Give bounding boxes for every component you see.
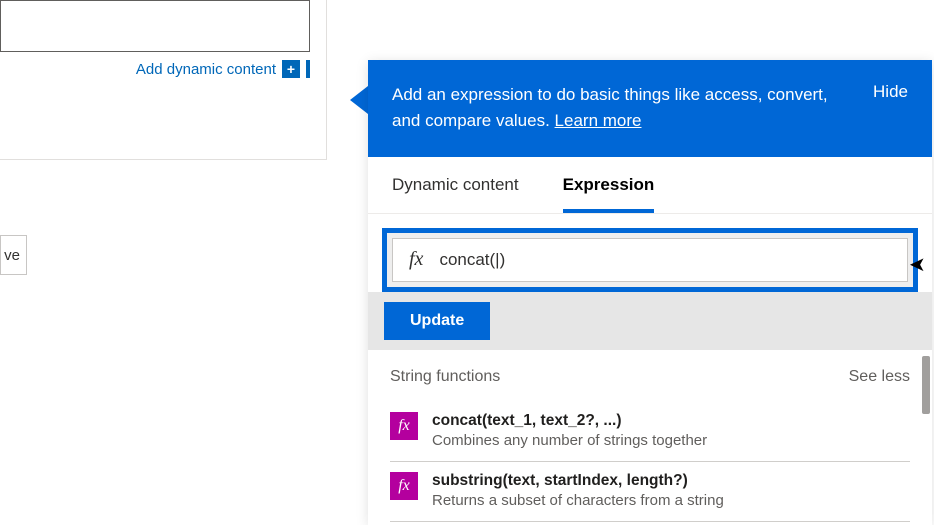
tab-expression[interactable]: Expression xyxy=(563,175,655,213)
add-dynamic-content-link[interactable]: Add dynamic content + xyxy=(0,60,310,78)
scrollbar-thumb[interactable] xyxy=(922,356,930,414)
expression-input[interactable]: fx concat(|) xyxy=(392,238,908,282)
functions-panel: String functions See less fx concat(text… xyxy=(368,350,932,525)
function-item-concat[interactable]: fx concat(text_1, text_2?, ...) Combines… xyxy=(390,402,910,462)
fx-icon: fx xyxy=(390,472,418,500)
hide-link[interactable]: Hide xyxy=(873,82,908,102)
add-dynamic-content-label: Add dynamic content xyxy=(136,61,276,78)
expression-input-highlight: fx concat(|) xyxy=(382,228,918,292)
function-signature: substring(text, startIndex, length?) xyxy=(432,472,724,490)
save-button[interactable]: ve xyxy=(0,235,27,275)
fx-icon: fx xyxy=(393,248,439,271)
section-header: String functions See less xyxy=(390,368,910,386)
fx-icon: fx xyxy=(390,412,418,440)
function-item-substring[interactable]: fx substring(text, startIndex, length?) … xyxy=(390,462,910,522)
update-bar: Update xyxy=(368,292,932,350)
tab-dynamic-content[interactable]: Dynamic content xyxy=(392,175,519,213)
function-text: substring(text, startIndex, length?) Ret… xyxy=(432,472,724,509)
learn-more-link[interactable]: Learn more xyxy=(555,111,642,130)
tab-strip: Dynamic content Expression xyxy=(368,157,932,214)
function-description: Returns a subset of characters from a st… xyxy=(432,492,724,509)
function-text: concat(text_1, text_2?, ...) Combines an… xyxy=(432,412,707,449)
save-button-label: ve xyxy=(4,247,20,264)
expression-text: concat(|) xyxy=(439,250,907,270)
popover-pointer xyxy=(350,86,368,114)
popover-banner: Add an expression to do basic things lik… xyxy=(368,60,932,157)
plus-icon: + xyxy=(282,60,300,78)
see-less-toggle[interactable]: See less xyxy=(849,368,910,386)
form-input[interactable] xyxy=(0,0,310,52)
accent-bar xyxy=(306,60,310,78)
function-description: Combines any number of strings together xyxy=(432,432,707,449)
function-signature: concat(text_1, text_2?, ...) xyxy=(432,412,707,430)
update-button[interactable]: Update xyxy=(384,302,490,340)
form-card: Add dynamic content + xyxy=(0,0,327,160)
expression-popover: Add an expression to do basic things lik… xyxy=(368,60,932,525)
cursor-icon: ➤ xyxy=(909,252,926,277)
banner-text: Add an expression to do basic things lik… xyxy=(392,82,857,135)
expression-input-area: fx concat(|) xyxy=(368,214,932,292)
section-title: String functions xyxy=(390,368,500,386)
